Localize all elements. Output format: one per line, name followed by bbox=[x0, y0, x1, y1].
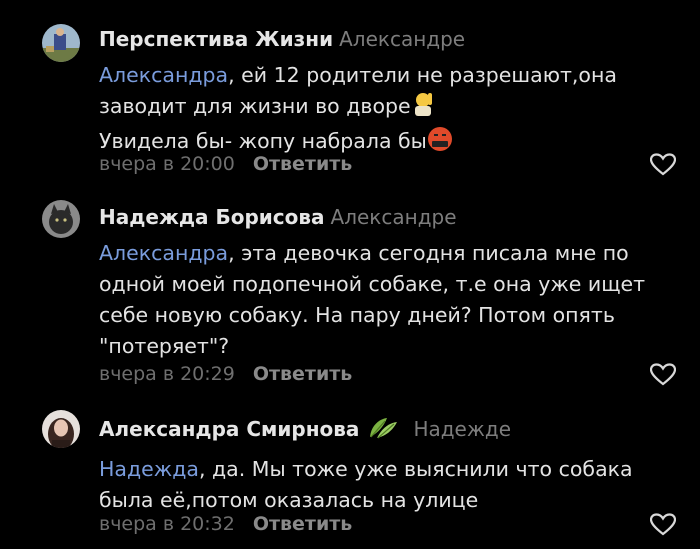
comment-footer: вчера в 20:29 Ответить bbox=[99, 362, 352, 386]
mention-link[interactable]: Александра bbox=[99, 63, 228, 87]
comment-header: Перспектива Жизни Александре bbox=[99, 26, 680, 52]
comment-footer: вчера в 20:00 Ответить bbox=[99, 152, 352, 176]
heart-icon[interactable] bbox=[649, 153, 677, 177]
reply-to[interactable]: Александре bbox=[331, 205, 457, 229]
reply-button[interactable]: Ответить bbox=[253, 153, 352, 175]
avatar[interactable] bbox=[42, 200, 80, 238]
comment-text: Надежда, да. Мы тоже уже выяснили что со… bbox=[99, 457, 633, 512]
author-name[interactable]: Перспектива Жизни bbox=[99, 27, 333, 51]
person-raising-hand-emoji-icon bbox=[411, 91, 435, 126]
comment-header: Надежда Борисова Александре bbox=[99, 204, 680, 230]
timestamp: вчера в 20:00 bbox=[99, 153, 235, 175]
avatar[interactable] bbox=[42, 24, 80, 62]
comment-header: Александра Смирнова Надежде bbox=[99, 414, 680, 446]
heart-icon[interactable] bbox=[649, 513, 677, 537]
reply-to[interactable]: Александре bbox=[339, 27, 465, 51]
angry-face-with-symbols-emoji-icon bbox=[427, 126, 453, 161]
timestamp: вчера в 20:29 bbox=[99, 363, 235, 385]
timestamp: вчера в 20:32 bbox=[99, 513, 235, 535]
avatar[interactable] bbox=[42, 410, 80, 448]
comment-text: Александра, эта девочка сегодня писала м… bbox=[99, 241, 646, 358]
mention-link[interactable]: Надежда bbox=[99, 457, 199, 481]
reply-to[interactable]: Надежде bbox=[413, 417, 511, 441]
reply-button[interactable]: Ответить bbox=[253, 513, 352, 535]
author-name[interactable]: Надежда Борисова bbox=[99, 205, 325, 229]
author-name[interactable]: Александра Смирнова bbox=[99, 417, 359, 441]
heart-icon[interactable] bbox=[649, 363, 677, 387]
mention-link[interactable]: Александра bbox=[99, 241, 228, 265]
reply-button[interactable]: Ответить bbox=[253, 363, 352, 385]
leaf-icon bbox=[367, 414, 399, 446]
comment-text: Александра, ей 12 родители не разрешают,… bbox=[99, 60, 680, 161]
comment-footer: вчера в 20:32 Ответить bbox=[99, 512, 352, 536]
